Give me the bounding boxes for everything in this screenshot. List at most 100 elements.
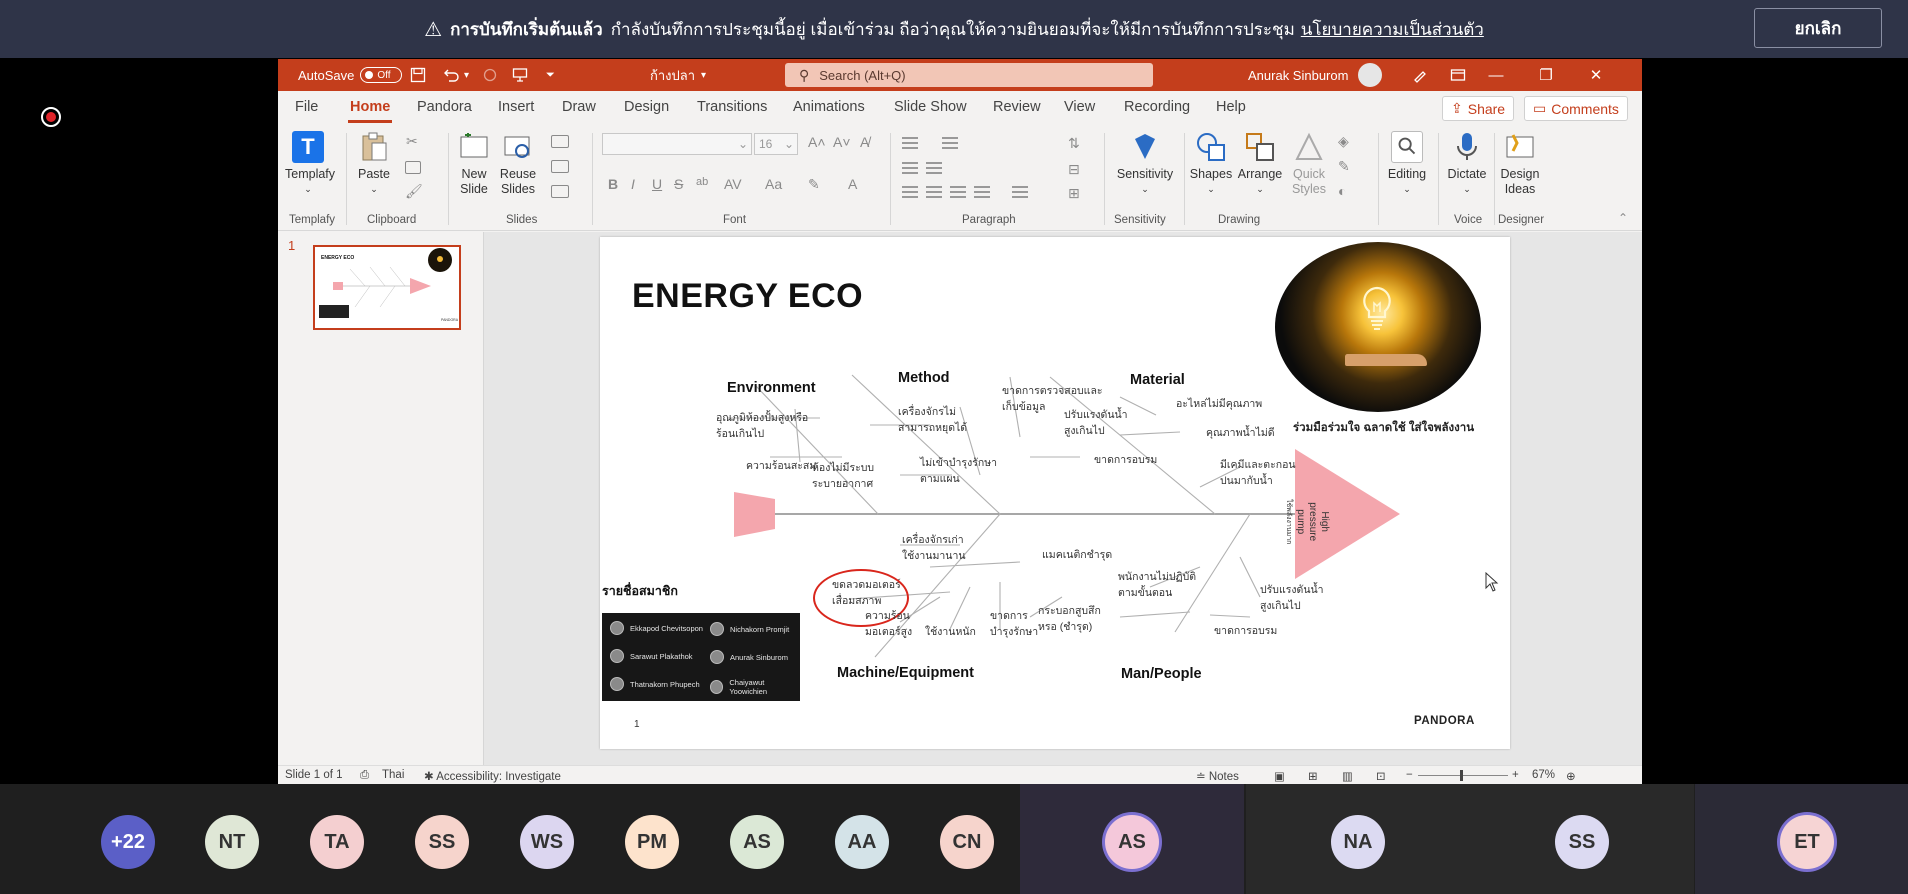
zoom-out-icon[interactable]: −	[1406, 769, 1413, 781]
cancel-recording-button[interactable]: ยกเลิก	[1754, 8, 1882, 48]
save-icon[interactable]	[410, 59, 426, 91]
section-icon[interactable]	[551, 185, 569, 198]
autosave-toggle[interactable]: Off	[360, 67, 403, 83]
justify-icon[interactable]	[974, 186, 990, 198]
zoom-slider[interactable]	[1418, 775, 1508, 776]
zoom-slider-thumb[interactable]	[1460, 770, 1463, 781]
grow-font-icon[interactable]: A˄	[808, 134, 826, 150]
participant-avatar[interactable]: AS	[1105, 815, 1159, 869]
numbering-icon[interactable]	[942, 137, 958, 149]
increase-indent-icon[interactable]	[926, 162, 942, 174]
language-label[interactable]: Thai	[382, 769, 404, 781]
smartart-icon[interactable]: ⊞	[1068, 185, 1080, 202]
copy-icon[interactable]	[405, 161, 421, 174]
dictate-button[interactable]: Dictate ⌄	[1442, 131, 1492, 197]
filename-menu[interactable]: ก้างปลา ▾	[650, 59, 706, 91]
decrease-indent-icon[interactable]	[902, 162, 918, 174]
zoom-in-icon[interactable]: +	[1512, 769, 1519, 781]
clear-formatting-icon[interactable]: A̸	[860, 134, 869, 150]
arrange-button[interactable]: Arrange ⌄	[1236, 131, 1284, 197]
align-left-icon[interactable]	[902, 186, 918, 198]
search-input[interactable]: ⚲ Search (Alt+Q)	[785, 63, 1153, 87]
ribbon-display-icon[interactable]	[1450, 59, 1466, 91]
tab-insert[interactable]: Insert	[498, 99, 534, 115]
participant-avatar[interactable]: AS	[730, 815, 784, 869]
present-icon[interactable]	[512, 59, 528, 91]
reuse-slides-button[interactable]: Reuse Slides	[498, 131, 538, 197]
paste-button[interactable]: Paste ⌄	[352, 131, 396, 197]
pen-icon[interactable]	[1412, 59, 1428, 91]
restore-icon[interactable]: ❐	[1523, 59, 1569, 91]
design-ideas-button[interactable]: Design Ideas	[1496, 131, 1544, 197]
reset-icon[interactable]	[551, 160, 569, 173]
more-participants-badge[interactable]: +22	[101, 815, 155, 869]
shape-effects-icon[interactable]: ◐	[1338, 183, 1346, 199]
reading-view-icon[interactable]: ▥	[1342, 769, 1353, 783]
participant-avatar[interactable]: AA	[835, 815, 889, 869]
participant-avatar[interactable]: WS	[520, 815, 574, 869]
undo-icon[interactable]	[442, 59, 460, 91]
text-direction-icon[interactable]: ⇅	[1068, 135, 1080, 152]
zoom-level[interactable]: 67%	[1532, 769, 1555, 781]
font-name-input[interactable]: ⌄	[602, 133, 752, 155]
customize-toolbar-icon[interactable]: ⏷	[546, 59, 555, 91]
change-case-icon[interactable]: Aa	[765, 176, 782, 192]
tab-animations[interactable]: Animations	[793, 99, 865, 115]
participant-avatar[interactable]: CN	[940, 815, 994, 869]
strikethrough-icon[interactable]: S	[674, 176, 683, 192]
minimize-icon[interactable]: —	[1473, 59, 1519, 91]
participant-avatar[interactable]: NT	[205, 815, 259, 869]
tab-slide-show[interactable]: Slide Show	[894, 99, 967, 115]
quick-styles-button[interactable]: Quick Styles	[1286, 131, 1332, 197]
templafy-button[interactable]: T Templafy ⌄	[285, 131, 335, 197]
slide-thumbnail[interactable]: ENERGY ECO PANDORA	[313, 245, 461, 330]
account-button[interactable]: Anurak Sinburom	[1248, 59, 1383, 91]
tab-file[interactable]: File	[295, 99, 318, 115]
tab-draw[interactable]: Draw	[562, 99, 596, 115]
tab-review[interactable]: Review	[993, 99, 1041, 115]
shapes-button[interactable]: Shapes ⌄	[1188, 131, 1234, 197]
shadow-icon[interactable]: ab	[696, 176, 708, 188]
bold-icon[interactable]: B	[608, 176, 618, 192]
comments-button[interactable]: ▭ Comments	[1524, 96, 1628, 121]
autosave-control[interactable]: AutoSave Off	[298, 59, 403, 91]
underline-icon[interactable]: U	[652, 176, 662, 192]
layout-icon[interactable]	[551, 135, 569, 148]
notes-button[interactable]: ≐ Notes	[1196, 769, 1239, 783]
privacy-link[interactable]: นโยบายความเป็นส่วนตัว	[1301, 16, 1484, 43]
collapse-ribbon-icon[interactable]: ⌃	[1618, 211, 1628, 225]
highlight-icon[interactable]: ✎	[808, 176, 820, 193]
new-slide-button[interactable]: New Slide	[454, 131, 494, 197]
shrink-font-icon[interactable]: A˅	[833, 134, 851, 150]
shape-fill-icon[interactable]: ◈	[1338, 133, 1349, 150]
bullets-icon[interactable]	[902, 137, 918, 149]
char-spacing-icon[interactable]: AV	[724, 176, 742, 192]
participant-avatar[interactable]: NA	[1331, 815, 1385, 869]
slideshow-icon[interactable]: ⊡	[1376, 769, 1386, 783]
redo-icon[interactable]	[482, 59, 498, 91]
align-center-icon[interactable]	[926, 186, 942, 198]
editing-button[interactable]: Editing ⌄	[1382, 131, 1432, 197]
share-button[interactable]: ⇪ Share	[1442, 96, 1515, 121]
slide-sorter-icon[interactable]: ⊞	[1308, 769, 1318, 783]
accessibility-button[interactable]: ✱ Accessibility: Investigate	[424, 769, 561, 783]
spelling-icon[interactable]: ⎙	[360, 769, 369, 782]
align-right-icon[interactable]	[950, 186, 966, 198]
participant-avatar[interactable]: SS	[1555, 815, 1609, 869]
tab-home[interactable]: Home	[347, 99, 393, 123]
font-color-icon[interactable]: A	[848, 176, 857, 192]
undo-dropdown-icon[interactable]: ▾	[464, 59, 469, 91]
shape-outline-icon[interactable]: ✎	[1338, 158, 1350, 175]
tab-help[interactable]: Help	[1216, 99, 1246, 115]
tab-transitions[interactable]: Transitions	[697, 99, 767, 115]
tab-pandora[interactable]: Pandora	[417, 99, 472, 115]
participant-avatar[interactable]: PM	[625, 815, 679, 869]
normal-view-icon[interactable]: ▣	[1274, 769, 1285, 783]
font-size-input[interactable]: 16 ⌄	[754, 133, 798, 155]
tab-design[interactable]: Design	[624, 99, 669, 115]
slide-canvas[interactable]: ENERGY ECO High pressure pump ใช้พลังงาน…	[600, 237, 1510, 749]
tab-recording[interactable]: Recording	[1124, 99, 1190, 115]
align-text-icon[interactable]: ⊟	[1068, 161, 1080, 178]
fit-to-window-icon[interactable]: ⊕	[1566, 769, 1576, 783]
tab-view[interactable]: View	[1064, 99, 1095, 115]
